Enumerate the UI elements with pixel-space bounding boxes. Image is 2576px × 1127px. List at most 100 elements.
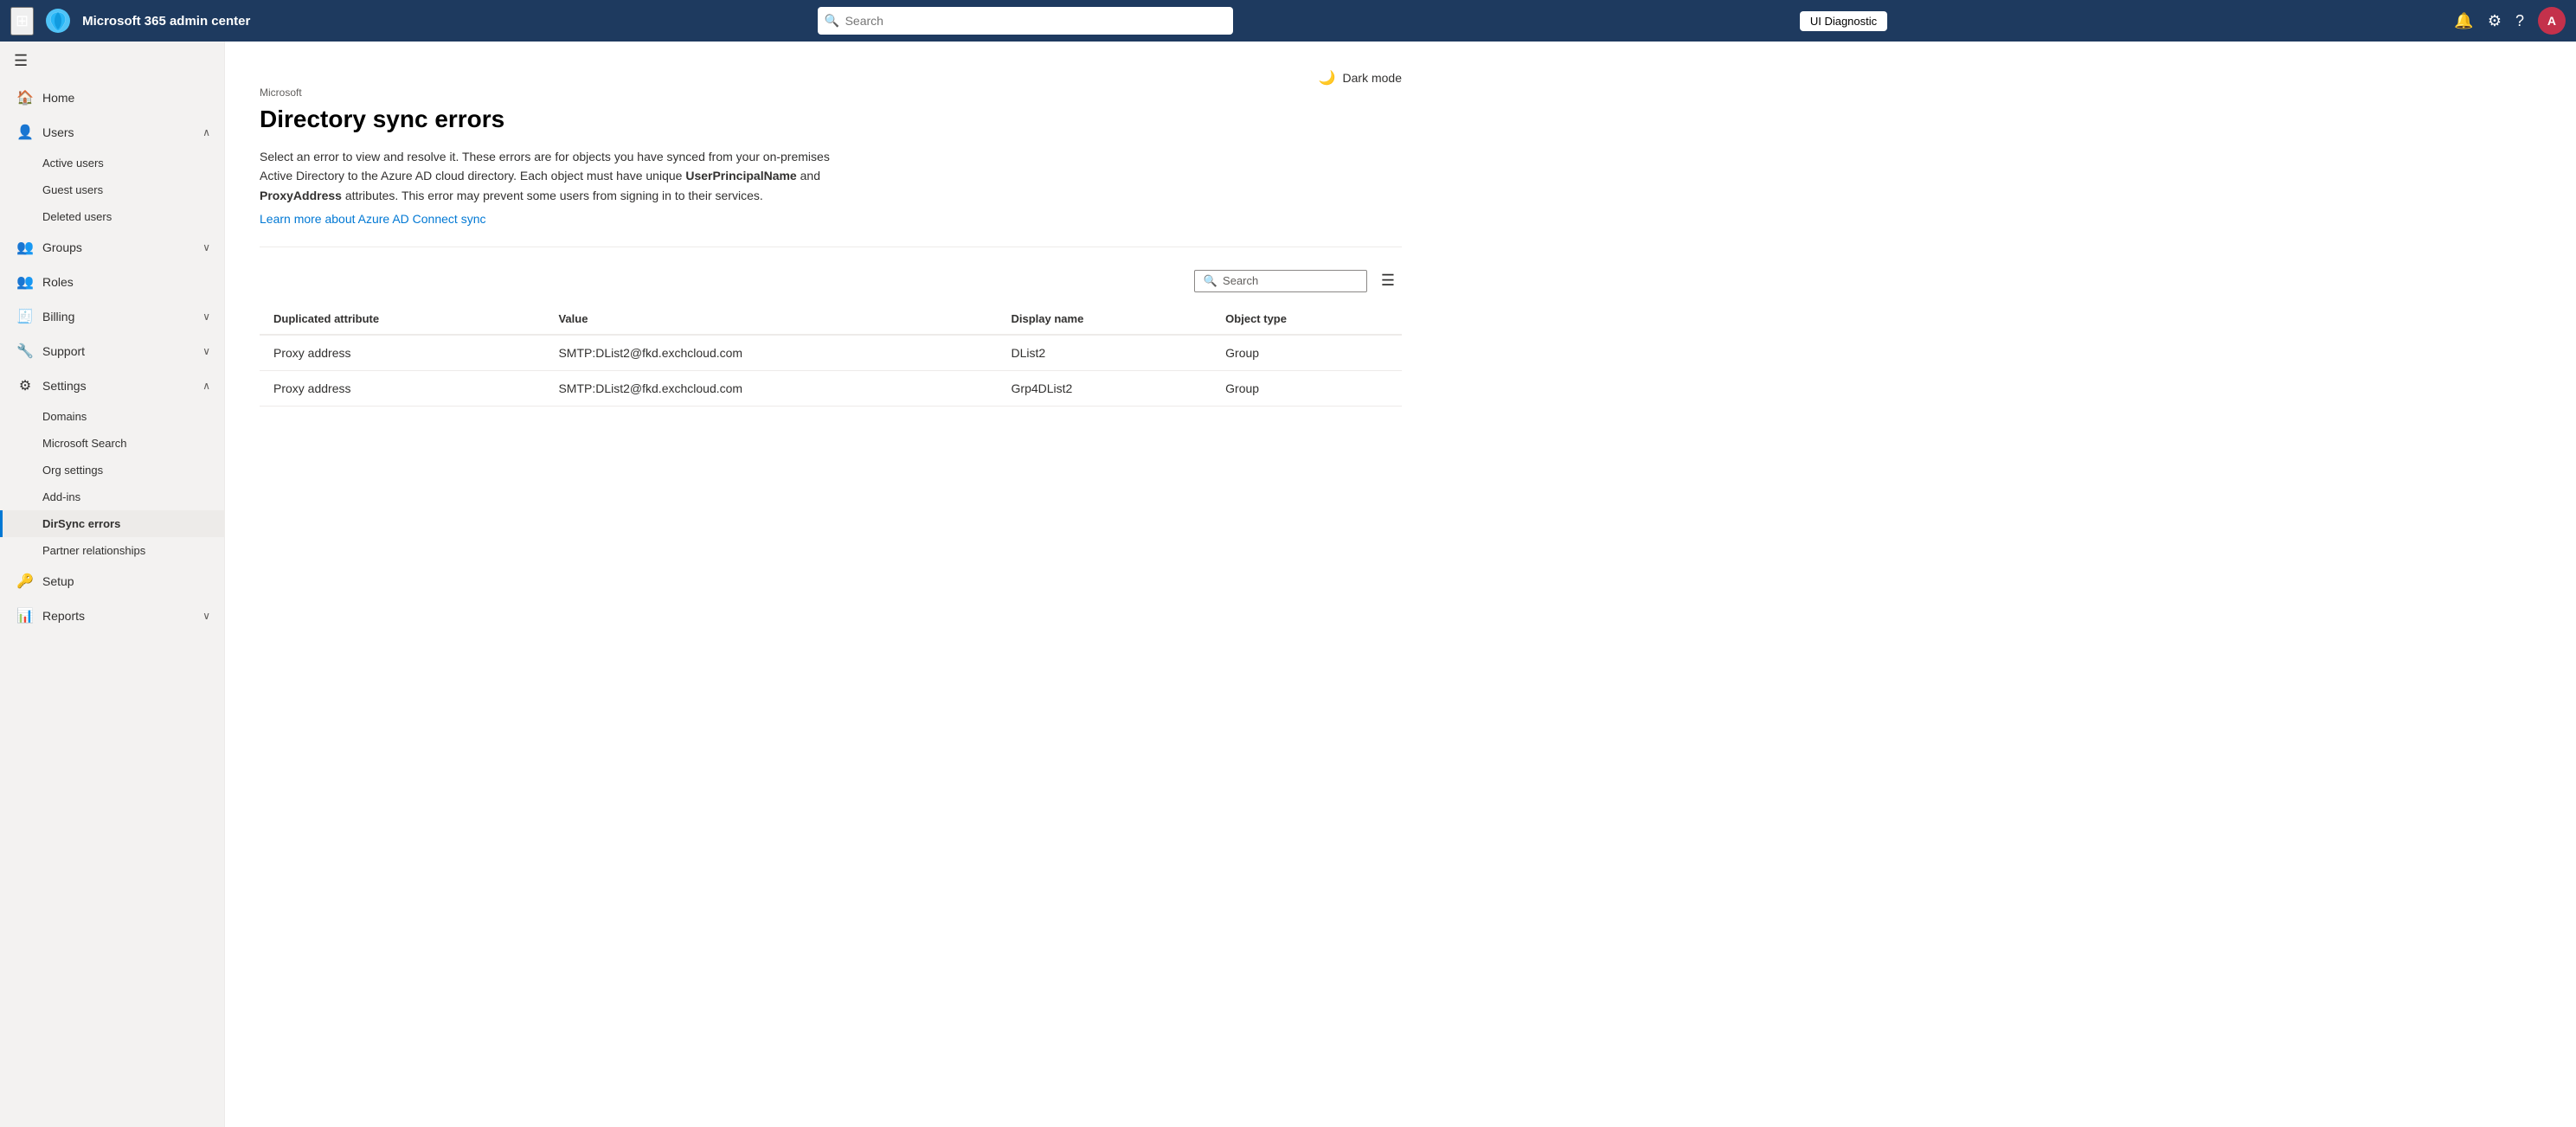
chevron-down-reports-icon: ∨ [202,610,210,622]
col-duplicated-attribute: Duplicated attribute [260,304,544,335]
settings-nav-icon: ⚙ [16,377,34,394]
chevron-up-settings-icon: ∧ [202,380,210,392]
sidebar-item-microsoft-search[interactable]: Microsoft Search [0,430,224,457]
table-row[interactable]: Proxy address SMTP:DList2@fkd.exchcloud.… [260,371,1402,407]
help-icon: ? [2515,12,2524,30]
page-title: Directory sync errors [260,106,1402,133]
global-search: 🔍 [818,7,1233,35]
hamburger-icon: ☰ [14,52,28,70]
waffle-icon: ⊞ [16,12,29,29]
help-button[interactable]: ? [2515,12,2524,30]
domains-label: Domains [42,410,87,423]
active-users-label: Active users [42,157,104,170]
sidebar-item-support[interactable]: 🔧 Support ∨ [0,334,224,368]
users-submenu: Active users Guest users Deleted users [0,150,224,230]
user-avatar[interactable]: A [2538,7,2566,35]
description-bold-2: ProxyAddress [260,189,342,202]
breadcrumb: Microsoft [260,86,1402,99]
setup-icon: 🔑 [16,573,34,590]
table-body: Proxy address SMTP:DList2@fkd.exchcloud.… [260,335,1402,407]
dirsync-errors-label: DirSync errors [42,517,120,530]
reports-icon: 📊 [16,607,34,624]
search-icon: 🔍 [825,14,839,29]
search-input[interactable] [818,7,1233,35]
table-search-placeholder: Search [1223,274,1258,287]
sidebar-reports-label: Reports [42,609,194,623]
sidebar-item-partner-relationships[interactable]: Partner relationships [0,537,224,564]
filter-icon: ☰ [1381,272,1395,289]
page-description: Select an error to view and resolve it. … [260,147,865,205]
description-bold-1: UserPrincipalName [685,169,796,182]
app-body: ☰ 🏠 Home 👤 Users ∧ Active users Guest us… [0,42,2576,1127]
dark-mode-label: Dark mode [1343,71,1402,85]
sidebar-item-home[interactable]: 🏠 Home [0,80,224,115]
col-display-name: Display name [998,304,1212,335]
sidebar-item-settings[interactable]: ⚙ Settings ∧ [0,368,224,403]
cell-display-name: DList2 [998,335,1212,371]
description-text-2: and [797,169,820,182]
billing-icon: 🧾 [16,308,34,325]
table-row[interactable]: Proxy address SMTP:DList2@fkd.exchcloud.… [260,335,1402,371]
settings-submenu: Domains Microsoft Search Org settings Ad… [0,403,224,564]
sidebar-billing-label: Billing [42,310,194,323]
sidebar-item-deleted-users[interactable]: Deleted users [0,203,224,230]
sidebar-item-dirsync-errors[interactable]: DirSync errors [0,510,224,537]
sidebar-setup-label: Setup [42,574,210,588]
sidebar-support-label: Support [42,344,194,358]
bell-icon: 🔔 [2454,12,2473,30]
col-object-type: Object type [1211,304,1402,335]
home-icon: 🏠 [16,89,34,106]
sidebar-users-label: Users [42,125,194,139]
add-ins-label: Add-ins [42,490,80,503]
app-logo [44,7,72,35]
cell-object-type: Group [1211,335,1402,371]
sidebar-groups-label: Groups [42,240,194,254]
waffle-menu-button[interactable]: ⊞ [10,7,34,35]
notifications-button[interactable]: 🔔 [2454,12,2473,30]
chevron-up-icon: ∧ [202,126,210,138]
guest-users-label: Guest users [42,183,103,196]
app-title: Microsoft 365 admin center [82,14,250,29]
sidebar-item-billing[interactable]: 🧾 Billing ∨ [0,299,224,334]
deleted-users-label: Deleted users [42,210,112,223]
sidebar-item-add-ins[interactable]: Add-ins [0,483,224,510]
sidebar-item-reports[interactable]: 📊 Reports ∨ [0,599,224,633]
chevron-down-support-icon: ∨ [202,345,210,357]
cell-value: SMTP:DList2@fkd.exchcloud.com [544,335,997,371]
sidebar-item-guest-users[interactable]: Guest users [0,176,224,203]
org-settings-label: Org settings [42,464,103,477]
learn-more-link[interactable]: Learn more about Azure AD Connect sync [260,212,485,226]
top-navigation: ⊞ Microsoft 365 admin center 🔍 UI Diagno… [0,0,2576,42]
microsoft-search-label: Microsoft Search [42,437,127,450]
sidebar-roles-label: Roles [42,275,210,289]
sidebar-item-users[interactable]: 👤 Users ∧ [0,115,224,150]
sidebar-item-setup[interactable]: 🔑 Setup [0,564,224,599]
sidebar-item-active-users[interactable]: Active users [0,150,224,176]
sidebar-item-roles[interactable]: 👥 Roles [0,265,224,299]
sidebar-settings-label: Settings [42,379,194,393]
topnav-right-actions: 🔔 ⚙ ? A [2454,7,2566,35]
sidebar-toggle-button[interactable]: ☰ [0,42,224,80]
sync-errors-table: Duplicated attribute Value Display name … [260,304,1402,407]
description-text-3: attributes. This error may prevent some … [342,189,763,202]
table-header-row: Duplicated attribute Value Display name … [260,304,1402,335]
cell-duplicated-attribute: Proxy address [260,371,544,407]
col-value: Value [544,304,997,335]
ui-diagnostic-button[interactable]: UI Diagnostic [1800,11,1887,31]
partner-relationships-label: Partner relationships [42,544,145,557]
table-search-box[interactable]: 🔍 Search [1194,270,1367,292]
sidebar-item-groups[interactable]: 👥 Groups ∨ [0,230,224,265]
cell-value: SMTP:DList2@fkd.exchcloud.com [544,371,997,407]
groups-icon: 👥 [16,239,34,256]
table-search-icon: 🔍 [1204,274,1217,288]
chevron-down-icon: ∨ [202,241,210,253]
gear-icon: ⚙ [2488,12,2502,30]
filter-button[interactable]: ☰ [1378,268,1398,293]
settings-button[interactable]: ⚙ [2488,12,2502,30]
sidebar-item-domains[interactable]: Domains [0,403,224,430]
users-icon: 👤 [16,124,34,141]
cell-duplicated-attribute: Proxy address [260,335,544,371]
sidebar-item-org-settings[interactable]: Org settings [0,457,224,483]
chevron-down-billing-icon: ∨ [202,311,210,323]
dark-mode-toggle[interactable]: 🌙 Dark mode [1319,69,1402,86]
